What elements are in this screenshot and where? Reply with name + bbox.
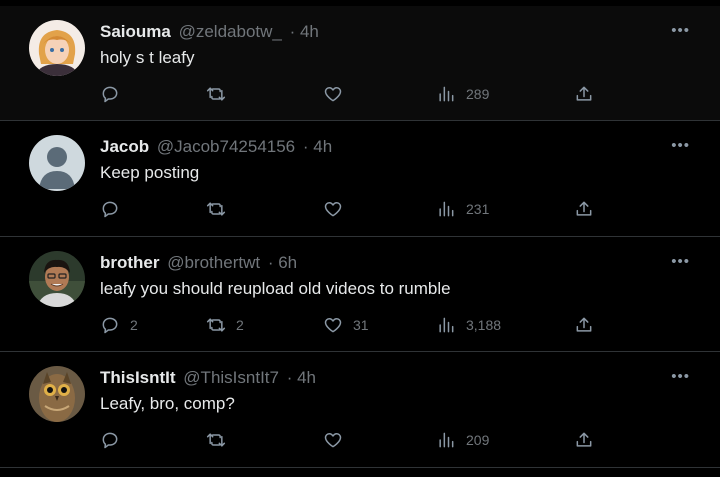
share-icon	[576, 86, 592, 101]
repost-count: 2	[236, 317, 244, 333]
reply-header: Jacob @Jacob74254156 · 4h	[100, 137, 332, 157]
reply-text: Keep posting	[100, 163, 200, 182]
share-button[interactable]	[574, 84, 594, 104]
share-button[interactable]	[574, 199, 594, 219]
reply-item[interactable]: brother @brothertwt · 6h ••• leafy you s…	[0, 237, 720, 352]
reply-text: Leafy, bro, comp?	[100, 394, 235, 413]
heart-icon	[324, 87, 342, 102]
view-count: 289	[466, 86, 490, 102]
views-button[interactable]: 3,188	[436, 315, 501, 335]
heart-icon	[324, 433, 342, 448]
share-icon	[576, 317, 592, 332]
share-button[interactable]	[574, 315, 594, 335]
more-options-button[interactable]: •••	[671, 137, 690, 154]
views-button[interactable]: 289	[436, 84, 489, 104]
like-button[interactable]	[323, 84, 353, 104]
reply-button[interactable]	[100, 199, 130, 219]
reply-header: ThisIsntIt @ThisIsntIt7 · 4h	[100, 368, 316, 388]
heart-icon	[324, 202, 342, 217]
more-options-button[interactable]: •••	[671, 22, 690, 39]
like-count: 31	[353, 317, 369, 333]
like-button[interactable]	[323, 430, 353, 450]
views-button[interactable]: 209	[436, 430, 489, 450]
views-icon	[439, 201, 454, 217]
repost-icon	[206, 87, 226, 101]
bottom-edge	[0, 468, 720, 477]
more-options-button[interactable]: •••	[671, 253, 690, 270]
view-count: 231	[466, 201, 490, 217]
share-icon	[576, 432, 592, 447]
view-count: 3,188	[466, 317, 502, 333]
repost-icon	[206, 433, 226, 447]
repost-button[interactable]	[206, 430, 236, 450]
reply-item[interactable]: ThisIsntIt @ThisIsntIt7 · 4h ••• Leafy, …	[0, 352, 720, 468]
avatar[interactable]	[29, 20, 85, 76]
user-handle[interactable]: @zeldabotw_	[179, 22, 282, 41]
view-count: 209	[466, 432, 490, 448]
reply-item[interactable]: Saiouma @zeldabotw_ · 4h ••• holy s t le…	[0, 6, 720, 121]
display-name[interactable]: brother	[100, 253, 160, 272]
views-icon	[439, 86, 454, 102]
timestamp[interactable]: · 4h	[290, 22, 319, 41]
reply-header: brother @brothertwt · 6h	[100, 253, 297, 273]
reply-text: holy s t leafy	[100, 48, 195, 67]
reply-button[interactable]: 2	[100, 315, 138, 335]
reply-count: 2	[130, 317, 138, 333]
reply-button[interactable]	[100, 84, 130, 104]
repost-button[interactable]	[206, 199, 236, 219]
avatar[interactable]	[29, 251, 85, 307]
repost-icon	[206, 202, 226, 216]
reply-button[interactable]	[100, 430, 130, 450]
reply-item[interactable]: Jacob @Jacob74254156 · 4h ••• Keep posti…	[0, 121, 720, 237]
display-name[interactable]: Jacob	[100, 137, 149, 156]
like-button[interactable]	[323, 199, 353, 219]
user-handle[interactable]: @brothertwt	[167, 253, 260, 272]
reply-icon	[102, 432, 118, 449]
repost-icon	[206, 318, 226, 332]
user-handle[interactable]: @Jacob74254156	[157, 137, 295, 156]
timestamp[interactable]: · 4h	[287, 368, 316, 387]
reply-header: Saiouma @zeldabotw_ · 4h	[100, 22, 319, 42]
reply-icon	[102, 86, 118, 103]
avatar[interactable]	[29, 135, 85, 191]
user-handle[interactable]: @ThisIsntIt7	[183, 368, 279, 387]
reply-text: leafy you should reupload old videos to …	[100, 279, 451, 298]
share-button[interactable]	[574, 430, 594, 450]
share-icon	[576, 201, 592, 216]
timestamp[interactable]: · 6h	[268, 253, 297, 272]
display-name[interactable]: Saiouma	[100, 22, 171, 41]
repost-button[interactable]	[206, 84, 236, 104]
display-name[interactable]: ThisIsntIt	[100, 368, 176, 387]
repost-button[interactable]: 2	[206, 315, 244, 335]
reply-icon	[102, 201, 118, 218]
reply-icon	[102, 317, 118, 334]
heart-icon	[324, 318, 342, 333]
avatar[interactable]	[29, 366, 85, 422]
like-button[interactable]: 31	[323, 315, 369, 335]
timestamp[interactable]: · 4h	[303, 137, 332, 156]
more-options-button[interactable]: •••	[671, 368, 690, 385]
views-icon	[439, 432, 454, 448]
views-icon	[439, 317, 454, 333]
views-button[interactable]: 231	[436, 199, 489, 219]
